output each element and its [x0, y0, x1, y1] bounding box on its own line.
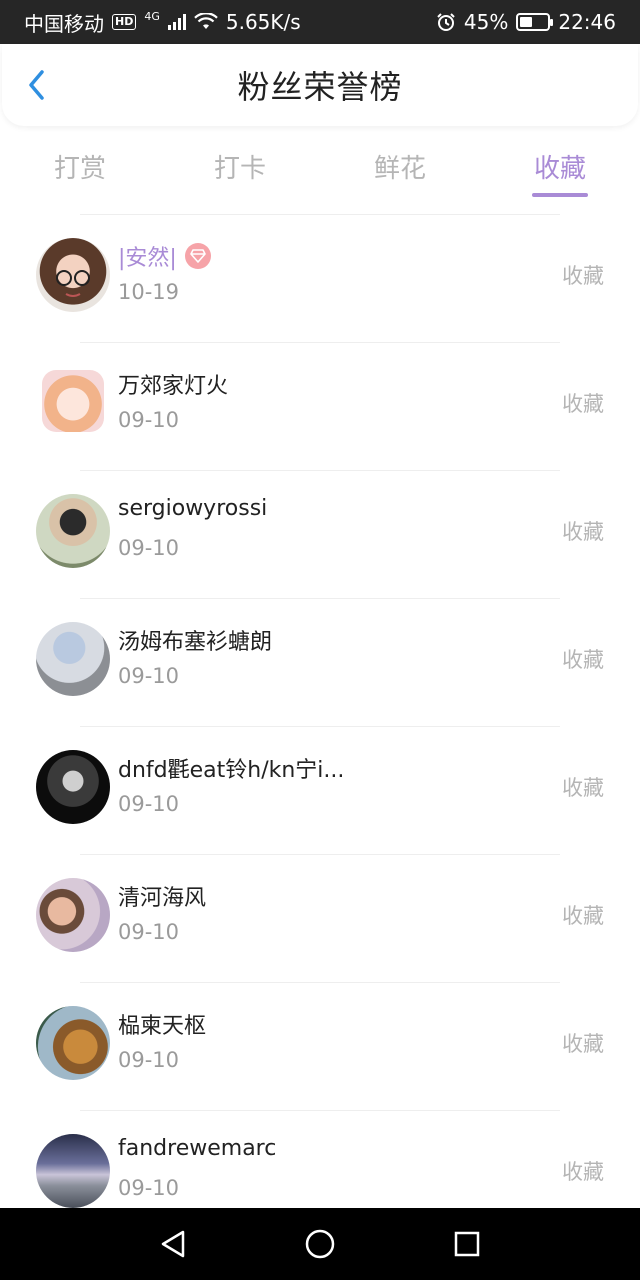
- user-name: |安然|: [118, 246, 177, 271]
- item-date: 09-10: [118, 920, 180, 944]
- user-name: 榀柬天枢: [118, 1014, 207, 1039]
- clock: 22:46: [558, 10, 616, 34]
- user-name-row: |安然|: [118, 240, 211, 272]
- item-date: 09-10: [118, 792, 180, 816]
- item-action-label: 收藏: [562, 648, 604, 672]
- list-item[interactable]: 榀柬天枢 09-10 收藏: [0, 982, 640, 1110]
- status-right: 45% 22:46: [436, 10, 616, 34]
- list-item[interactable]: dnfd氍eat铃h/kn宁i... 09-10 收藏: [0, 726, 640, 854]
- divider: [80, 214, 560, 215]
- tab-label: 收藏: [533, 154, 586, 184]
- list-item[interactable]: |安然| 10-19 收藏: [0, 214, 640, 342]
- hd-icon: HD: [112, 14, 137, 30]
- network-type: 4G: [144, 9, 160, 23]
- item-action-label: 收藏: [562, 520, 604, 544]
- wifi-icon: [194, 13, 218, 29]
- item-action-label: 收藏: [562, 264, 604, 288]
- page-title: 粉丝荣誉榜: [237, 68, 403, 106]
- tab-label: 打赏: [53, 154, 106, 184]
- status-left: 中国移动 HD 4G 5.65K/s: [24, 8, 436, 37]
- nav-recents-button[interactable]: [447, 1224, 487, 1264]
- tab-favorites[interactable]: 收藏: [480, 128, 640, 204]
- tab-flowers[interactable]: 鲜花: [320, 128, 480, 204]
- list-item[interactable]: 汤姆布塞衫螗朗 09-10 收藏: [0, 598, 640, 726]
- system-nav-bar: [0, 1208, 640, 1280]
- triangle-back-icon: [162, 1230, 185, 1258]
- avatar[interactable]: [36, 494, 110, 568]
- user-name: fandrewemarc: [118, 1136, 277, 1161]
- list-item[interactable]: 清河海风 09-10 收藏: [0, 854, 640, 982]
- avatar[interactable]: [36, 1134, 110, 1208]
- item-action-label: 收藏: [562, 392, 604, 416]
- avatar[interactable]: [36, 238, 110, 312]
- tab-indicator: [372, 193, 428, 197]
- status-bar: 中国移动 HD 4G 5.65K/s 45% 22:46: [0, 0, 640, 44]
- battery-icon: [516, 13, 554, 31]
- tab-checkin[interactable]: 打卡: [160, 128, 320, 204]
- nav-home-button[interactable]: [300, 1224, 340, 1264]
- fan-list: |安然| 10-19 收藏 万郊家灯火 09-10 收藏 sergiowyros…: [0, 214, 640, 1238]
- avatar[interactable]: [42, 370, 104, 432]
- tab-indicator: [532, 193, 588, 197]
- header: 粉丝荣誉榜: [2, 44, 638, 126]
- divider: [80, 854, 560, 855]
- item-date: 09-10: [118, 664, 180, 688]
- divider: [80, 342, 560, 343]
- network-speed: 5.65K/s: [225, 10, 301, 34]
- user-name: 汤姆布塞衫螗朗: [118, 630, 273, 655]
- carrier-name: 中国移动: [24, 11, 104, 36]
- nav-back-button[interactable]: [153, 1224, 193, 1264]
- item-date: 09-10: [118, 1048, 180, 1072]
- battery-percent: 45%: [463, 10, 509, 34]
- tab-indicator: [212, 193, 268, 197]
- avatar[interactable]: [36, 1006, 110, 1080]
- divider: [80, 726, 560, 727]
- tab-bar: 打赏 打卡 鲜花 收藏: [0, 128, 640, 204]
- list-item[interactable]: 万郊家灯火 09-10 收藏: [0, 342, 640, 470]
- user-name: dnfd氍eat铃h/kn宁i...: [118, 758, 345, 783]
- item-date: 09-10: [118, 408, 180, 432]
- user-name: 万郊家灯火: [118, 374, 229, 399]
- avatar[interactable]: [36, 750, 110, 824]
- divider: [80, 982, 560, 983]
- item-date: 10-19: [118, 280, 180, 304]
- tab-label: 鲜花: [373, 154, 426, 184]
- chevron-left-icon: [29, 70, 44, 100]
- diamond-icon: [184, 243, 211, 269]
- signal-icon: [167, 14, 186, 30]
- item-action-label: 收藏: [562, 904, 604, 928]
- circle-home-icon: [305, 1229, 335, 1259]
- list-item[interactable]: sergiowyrossi 09-10 收藏: [0, 470, 640, 598]
- divider: [80, 1110, 560, 1111]
- item-action-label: 收藏: [562, 776, 604, 800]
- square-recents-icon: [454, 1231, 479, 1257]
- item-date: 09-10: [118, 536, 180, 560]
- tab-label: 打卡: [213, 154, 266, 184]
- item-action-label: 收藏: [562, 1160, 604, 1184]
- back-button[interactable]: [22, 70, 52, 100]
- divider: [80, 598, 560, 599]
- user-name: 清河海风: [118, 886, 207, 911]
- item-date: 09-10: [118, 1176, 180, 1200]
- avatar[interactable]: [36, 622, 110, 696]
- item-action-label: 收藏: [562, 1032, 604, 1056]
- tab-reward[interactable]: 打赏: [0, 128, 160, 204]
- avatar[interactable]: [36, 878, 110, 952]
- alarm-icon: [437, 13, 455, 31]
- divider: [80, 470, 560, 471]
- user-name: sergiowyrossi: [118, 496, 268, 521]
- tab-indicator: [52, 193, 108, 197]
